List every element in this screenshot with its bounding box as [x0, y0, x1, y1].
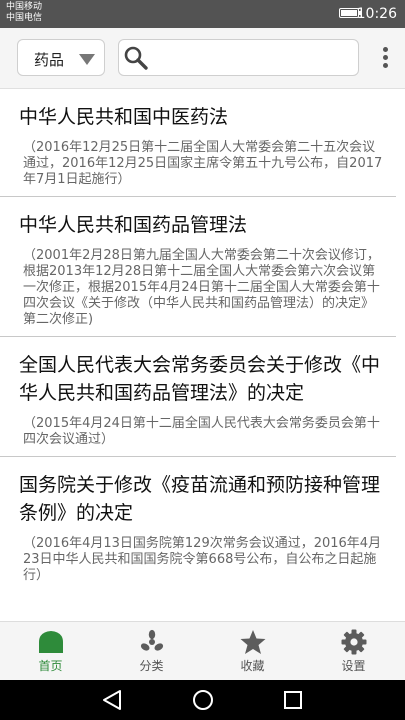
law-list-item[interactable]: 国务院关于修改《疫苗流通和预防接种管理条例》的决定 （2016年4月13日国务院… [0, 457, 396, 592]
system-navigation-bar [0, 680, 405, 720]
law-description: （2016年12月25日第十二届全国人大常委会第二十五次会议通过，2016年12… [23, 140, 383, 187]
more-vertical-icon[interactable] [382, 47, 388, 69]
home-circle-icon[interactable] [191, 688, 215, 712]
carrier-1: 中国移动 [6, 2, 43, 12]
law-title: 中华人民共和国药品管理法 [19, 214, 248, 236]
status-clock: 10:26 [356, 6, 397, 22]
carrier-2: 中国电信 [6, 13, 43, 23]
law-title: 国务院关于修改《疫苗流通和预防接种管理条例》的决定 [19, 474, 381, 524]
law-list: 中华人民共和国中医药法 （2016年12月25日第十二届全国人大常委会第二十五次… [0, 89, 405, 619]
law-list-item[interactable]: 中华人民共和国药品管理法 （2001年2月28日第九届全国人大常委会第二十次会议… [0, 197, 396, 337]
nav-label-category: 分类 [139, 659, 164, 673]
category-dropdown[interactable]: 药品 [17, 39, 105, 76]
bottom-navigation: 首页 分类 收藏 设置 [0, 621, 405, 680]
nav-label-favorites: 收藏 [240, 659, 265, 673]
category-dropdown-value: 药品 [34, 51, 65, 69]
nav-tab-settings[interactable]: 设置 [303, 622, 404, 680]
search-icon [124, 46, 148, 70]
carrier-info: 中国移动 中国电信 [6, 2, 42, 24]
nav-label-home: 首页 [38, 659, 63, 673]
star-icon [240, 630, 265, 654]
law-list-item[interactable]: 中华人民共和国中医药法 （2016年12月25日第十二届全国人大常委会第二十五次… [0, 89, 396, 197]
law-title: 全国人民代表大会常务委员会关于修改《中华人民共和国药品管理法》的决定 [19, 354, 381, 404]
home-icon [38, 631, 63, 653]
law-description: （2016年4月13日国务院第129次常务会议通过，2016年4月23日中华人民… [23, 536, 382, 583]
back-icon[interactable] [100, 688, 124, 712]
law-list-item[interactable]: 全国人民代表大会常务委员会关于修改《中华人民共和国药品管理法》的决定 （2015… [0, 337, 396, 457]
dropdown-arrow-icon [79, 54, 95, 65]
recent-apps-icon[interactable] [281, 688, 305, 712]
nav-label-settings: 设置 [341, 659, 366, 673]
nav-tab-category[interactable]: 分类 [101, 622, 202, 680]
top-toolbar: 药品 [0, 28, 405, 89]
law-description: （2001年2月28日第九届全国人大常委会第二十次会议修订，根据2013年12月… [23, 248, 380, 327]
nav-tab-favorites[interactable]: 收藏 [202, 622, 303, 680]
nav-tab-home[interactable]: 首页 [0, 622, 101, 680]
law-title: 中华人民共和国中医药法 [19, 106, 229, 128]
law-description: （2015年4月24日第十二届全国人民代表大会常务委员会第十四次会议通过） [23, 416, 380, 447]
gear-icon [341, 629, 366, 655]
search-input[interactable] [153, 46, 355, 72]
search-box[interactable] [118, 39, 359, 76]
status-bar: 中国移动 中国电信 10:26 [0, 0, 405, 28]
pinwheel-icon [140, 629, 163, 651]
